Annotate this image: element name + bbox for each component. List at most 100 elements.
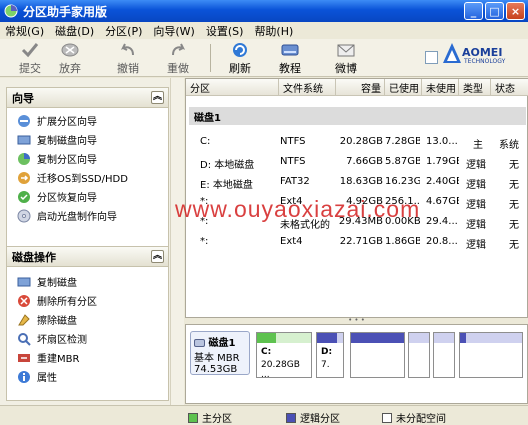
menu-bar: 常规(G) 磁盘(D) 分区(P) 向导(W) 设置(S) 帮助(H) bbox=[0, 22, 528, 39]
disk-ops-title: 磁盘操作 bbox=[12, 250, 56, 264]
column-type[interactable]: 类型 bbox=[459, 79, 491, 96]
disk-op-rebuild-mbr[interactable]: 重建MBR bbox=[7, 348, 168, 367]
logo-checkbox[interactable] bbox=[425, 51, 438, 64]
menu-general[interactable]: 常规(G) bbox=[0, 23, 50, 39]
disk-ops-panel: 磁盘操作 ︽ 复制磁盘 删除所有分区 擦除磁盘 坏扇区检测 重建MBR 属性 bbox=[6, 246, 169, 401]
wizard-panel-title: 向导 bbox=[12, 91, 34, 105]
legend-swatch bbox=[382, 412, 392, 423]
tutorial-button[interactable]: 教程 bbox=[272, 41, 308, 76]
table-row[interactable]: E: 本地磁盘 FAT32 18.63GB 16.23GB 2.40GB 逻辑 … bbox=[186, 172, 528, 192]
disk-map-label[interactable]: 磁盘1 基本 MBR 74.53GB bbox=[190, 331, 250, 375]
minimize-button[interactable]: _ bbox=[464, 2, 483, 20]
undo-button[interactable]: 撤销 bbox=[110, 41, 146, 76]
migrate-icon bbox=[18, 171, 30, 184]
disk-op-copy[interactable]: 复制磁盘 bbox=[7, 272, 168, 291]
disk-icon bbox=[281, 44, 299, 56]
redo-button[interactable]: 重做 bbox=[160, 41, 196, 76]
window-title: 分区助手家用版 bbox=[23, 4, 108, 19]
refresh-button[interactable]: 刷新 bbox=[222, 41, 258, 76]
table-row[interactable]: C: NTFS 20.28GB 7.28GB 13.0... 主 系统 bbox=[186, 132, 528, 152]
copy-disk-icon bbox=[17, 135, 31, 144]
disk-map-type: 基本 MBR bbox=[194, 353, 240, 364]
redo-label: 重做 bbox=[167, 62, 189, 75]
menu-wizard[interactable]: 向导(W) bbox=[148, 23, 200, 39]
column-filesystem[interactable]: 文件系统 bbox=[279, 79, 336, 96]
watermark: www.ouyaoxiazai.com bbox=[175, 196, 421, 222]
disk-icon bbox=[194, 339, 205, 347]
redo-icon bbox=[172, 43, 186, 56]
delete-icon bbox=[18, 294, 30, 307]
logo-sub: TECHNOLOGY bbox=[464, 58, 506, 65]
feedback-button[interactable]: 微博 bbox=[328, 41, 364, 76]
checkmark-icon bbox=[21, 43, 39, 58]
undo-icon bbox=[120, 43, 134, 56]
collapse-chevron-icon[interactable]: ︽ bbox=[151, 250, 164, 263]
sidebar-scrollbar[interactable] bbox=[170, 78, 184, 408]
refresh-icon bbox=[233, 43, 247, 57]
cd-icon bbox=[17, 209, 31, 222]
menu-disk[interactable]: 磁盘(D) bbox=[50, 23, 100, 39]
wizard-panel: 向导 ︽ 扩展分区向导 复制磁盘向导 复制分区向导 迁移OS到SSD/HDD 分… bbox=[6, 87, 169, 249]
disk-map-size: 74.53GB bbox=[194, 364, 238, 375]
wizard-item-extend[interactable]: 扩展分区向导 bbox=[7, 111, 168, 130]
info-icon bbox=[18, 370, 30, 383]
table-row[interactable]: D: 本地磁盘 NTFS 7.66GB 5.87GB 1.79GB 逻辑 无 bbox=[186, 152, 528, 172]
tutorial-label: 教程 bbox=[279, 62, 301, 75]
mail-icon bbox=[337, 44, 355, 57]
wizard-item-recovery[interactable]: 分区恢复向导 bbox=[7, 187, 168, 206]
legend-swatch bbox=[188, 412, 198, 423]
discard-label: 放弃 bbox=[59, 62, 81, 75]
partition-block-ext4-large[interactable] bbox=[459, 332, 523, 378]
wipe-icon bbox=[18, 313, 30, 325]
disk-op-bad-sector[interactable]: 坏扇区检测 bbox=[7, 329, 168, 348]
app-icon bbox=[4, 4, 18, 18]
rebuild-icon bbox=[18, 353, 30, 362]
legend-logical: 逻辑分区 bbox=[286, 410, 340, 425]
disk-op-delete-all[interactable]: 删除所有分区 bbox=[7, 291, 168, 310]
undo-label: 撤销 bbox=[117, 62, 139, 75]
refresh-label: 刷新 bbox=[229, 62, 251, 75]
maximize-button[interactable]: □ bbox=[485, 2, 504, 20]
menu-partition[interactable]: 分区(P) bbox=[100, 23, 148, 39]
legend-unallocated: 未分配空间 bbox=[382, 410, 446, 425]
wizard-item-copy-partition[interactable]: 复制分区向导 bbox=[7, 149, 168, 168]
collapse-chevron-icon[interactable]: ︽ bbox=[151, 91, 164, 104]
legend-swatch bbox=[286, 412, 296, 423]
wizard-item-boot-cd[interactable]: 启动光盘制作向导 bbox=[7, 206, 168, 225]
partition-block-ext4-small[interactable] bbox=[408, 332, 430, 378]
partition-block-d[interactable]: D: 7. bbox=[316, 332, 344, 378]
column-capacity[interactable]: 容量 bbox=[336, 79, 385, 96]
toolbar-separator bbox=[210, 44, 211, 72]
column-used[interactable]: 已使用 bbox=[385, 79, 422, 96]
table-row[interactable]: *: Ext4 22.71GB 1.86GB 20.8... 逻辑 无 bbox=[186, 232, 528, 252]
wizard-item-migrate-os[interactable]: 迁移OS到SSD/HDD bbox=[7, 168, 168, 187]
commit-button[interactable]: 提交 bbox=[12, 41, 48, 76]
disk-group-row[interactable]: 磁盘1 bbox=[189, 107, 526, 125]
disk-group-label: 磁盘1 bbox=[194, 112, 221, 124]
menu-settings[interactable]: 设置(S) bbox=[201, 23, 250, 39]
check-disk-icon bbox=[18, 332, 31, 346]
recovery-icon bbox=[18, 190, 30, 203]
column-free[interactable]: 未使用 bbox=[422, 79, 459, 96]
column-status[interactable]: 状态 bbox=[491, 79, 528, 96]
partition-block-e[interactable] bbox=[350, 332, 405, 378]
discard-button[interactable]: 放弃 bbox=[52, 41, 88, 76]
menu-help[interactable]: 帮助(H) bbox=[249, 23, 299, 39]
wizard-panel-header: 向导 ︽ bbox=[7, 88, 168, 108]
wizard-item-copy-disk[interactable]: 复制磁盘向导 bbox=[7, 130, 168, 149]
left-sidebar: 向导 ︽ 扩展分区向导 复制磁盘向导 复制分区向导 迁移OS到SSD/HDD 分… bbox=[0, 78, 184, 408]
column-partition[interactable]: 分区 bbox=[186, 79, 279, 96]
disk-ops-header: 磁盘操作 ︽ bbox=[7, 247, 168, 267]
close-button[interactable]: × bbox=[506, 2, 525, 20]
disk-op-wipe[interactable]: 擦除磁盘 bbox=[7, 310, 168, 329]
legend-primary: 主分区 bbox=[188, 410, 232, 425]
status-bar: 主分区 逻辑分区 未分配空间 bbox=[0, 405, 528, 425]
disk-map-name: 磁盘1 bbox=[208, 338, 236, 349]
commit-label: 提交 bbox=[19, 62, 41, 75]
copy-partition-icon bbox=[18, 152, 30, 165]
partition-block-unformatted[interactable] bbox=[433, 332, 455, 378]
aomei-logo-icon bbox=[443, 43, 461, 63]
disk-op-properties[interactable]: 属性 bbox=[7, 367, 168, 386]
partition-block-c[interactable]: C: 20.28GB ... bbox=[256, 332, 312, 380]
copy-disk-icon bbox=[17, 277, 31, 286]
